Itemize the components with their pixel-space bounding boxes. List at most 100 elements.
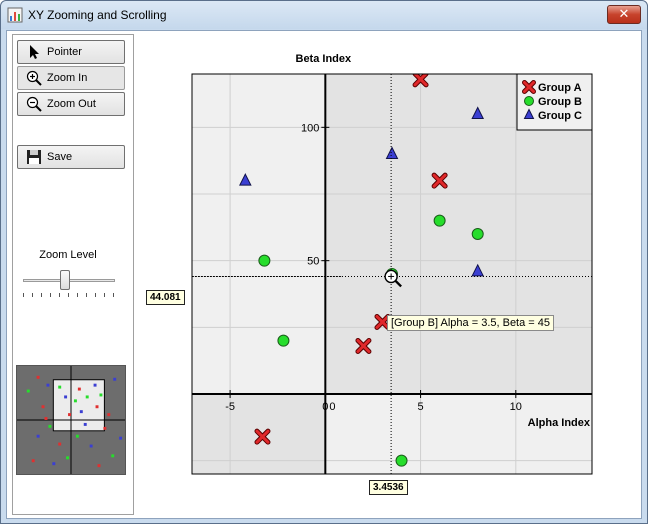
- zoom-in-icon: [26, 70, 42, 86]
- overview-dot: [113, 377, 117, 381]
- overview-dot: [26, 389, 30, 393]
- pointer-label: Pointer: [47, 46, 82, 58]
- slider-tick: [113, 293, 114, 297]
- data-point-x: [514, 47, 525, 58]
- overview-dot: [48, 424, 52, 428]
- slider-tick: [86, 293, 87, 297]
- data-point-x-stroke: [526, 58, 537, 69]
- x-tick-label: 0: [322, 401, 328, 413]
- overview-dot: [93, 383, 97, 387]
- origin-label: 0: [329, 401, 335, 413]
- overview-dot: [83, 422, 87, 426]
- legend-label: Group A: [538, 82, 582, 94]
- slider-tick: [41, 293, 42, 297]
- scatter-chart[interactable]: -5 0 5 10 50 100 0 Beta Index Alpha Index Group A…: [142, 35, 637, 515]
- x-tick-label: 10: [510, 401, 522, 413]
- overview-dot: [44, 417, 48, 420]
- save-label: Save: [47, 151, 73, 163]
- overview-dot: [99, 393, 103, 397]
- overview-dot: [58, 385, 62, 389]
- slider-tick: [32, 293, 33, 297]
- y-tick-label: 100: [301, 122, 319, 134]
- overview-dot: [66, 456, 70, 460]
- data-point-x: [526, 58, 537, 69]
- pointer-button[interactable]: Pointer: [17, 40, 125, 64]
- zoom-level-label: Zoom Level: [39, 249, 97, 261]
- title-bar[interactable]: XY Zooming and Scrolling ✕: [1, 1, 647, 29]
- overview-dot: [73, 399, 77, 403]
- data-point-x: [522, 50, 533, 61]
- overview-dot: [103, 426, 107, 430]
- left-panel: Pointer Zoom In Zoom Out Save Zoom Level: [12, 34, 134, 515]
- y-tick-label: 50: [307, 256, 319, 268]
- y-axis-title: Beta Index: [296, 53, 353, 65]
- overview-dot: [111, 454, 115, 458]
- slider-tick: [68, 293, 69, 297]
- legend-label: Group C: [538, 110, 582, 122]
- legend: Group A Group B Group C: [516, 73, 593, 131]
- save-button[interactable]: Save: [17, 145, 125, 169]
- overview-dot: [36, 434, 40, 438]
- overview-dot: [75, 434, 79, 438]
- slider-thumb[interactable]: [59, 270, 70, 290]
- data-point-x-outline: [552, 58, 563, 69]
- data-point-x: [552, 58, 563, 69]
- slider-ticks: [23, 293, 115, 297]
- data-point-x-stroke: [552, 58, 563, 69]
- close-button[interactable]: ✕: [607, 5, 641, 24]
- zoom-in-button[interactable]: Zoom In: [17, 66, 125, 90]
- overview-dot: [68, 413, 71, 417]
- chart-area[interactable]: -5 0 5 10 50 100 0 Beta Index Alpha Index Group A…: [142, 35, 637, 515]
- slider-tick: [77, 293, 78, 297]
- overview-dot: [85, 395, 89, 399]
- crosshair-y-label: 44.081: [146, 290, 185, 305]
- overview-dot: [46, 383, 50, 387]
- data-point-circle: [258, 254, 271, 267]
- data-point-circle: [277, 334, 290, 347]
- legend-marker: [524, 96, 534, 106]
- overview-navigator[interactable]: [16, 365, 126, 475]
- overview-dot: [107, 413, 111, 417]
- slider-tick: [50, 293, 51, 297]
- data-point-x-outline: [514, 47, 525, 58]
- overview-dot: [58, 442, 62, 446]
- client-area: Pointer Zoom In Zoom Out Save Zoom Level…: [6, 30, 642, 519]
- slider-tick: [95, 293, 96, 297]
- data-point-x-outline: [526, 58, 537, 69]
- slider-tick: [59, 293, 60, 297]
- x-tick-label: 5: [418, 401, 424, 413]
- pointer-icon: [30, 45, 39, 59]
- data-point-x-stroke: [522, 50, 533, 61]
- overview-dot: [119, 436, 123, 440]
- overview-dot: [97, 464, 101, 468]
- overview-dot: [52, 462, 56, 466]
- slider-tick: [23, 293, 24, 297]
- zoom-level-slider[interactable]: [23, 267, 115, 297]
- overview-dot: [31, 459, 35, 463]
- data-point-circle: [471, 228, 484, 240]
- zoom-out-label: Zoom Out: [47, 98, 96, 110]
- window-title: XY Zooming and Scrolling: [28, 8, 167, 22]
- slider-tick: [104, 293, 105, 297]
- data-tooltip: [Group B] Alpha = 3.5, Beta = 45: [387, 315, 555, 331]
- legend-marker: [522, 80, 536, 94]
- app-icon: [7, 7, 23, 23]
- zoom-in-label: Zoom In: [47, 72, 88, 84]
- x-tick-label: -5: [225, 401, 235, 413]
- overview-dot: [36, 375, 40, 379]
- data-point-x-outline: [522, 50, 533, 61]
- zoom-out-icon: [26, 96, 42, 112]
- overview-dot: [64, 395, 68, 399]
- overview-dot: [89, 444, 93, 448]
- overview-dot: [95, 405, 99, 409]
- overview-dot: [77, 387, 81, 391]
- floppy-disk-icon: [27, 150, 41, 164]
- zoom-out-button[interactable]: Zoom Out: [17, 92, 125, 116]
- overview-dot: [41, 405, 45, 409]
- overview-dot: [79, 410, 83, 414]
- app-window: XY Zooming and Scrolling ✕ Pointer Zoom …: [0, 0, 648, 524]
- data-point-x-stroke: [514, 47, 525, 58]
- x-axis-title: Alpha Index: [528, 417, 591, 429]
- legend-label: Group B: [538, 96, 582, 108]
- data-point-circle: [395, 454, 408, 467]
